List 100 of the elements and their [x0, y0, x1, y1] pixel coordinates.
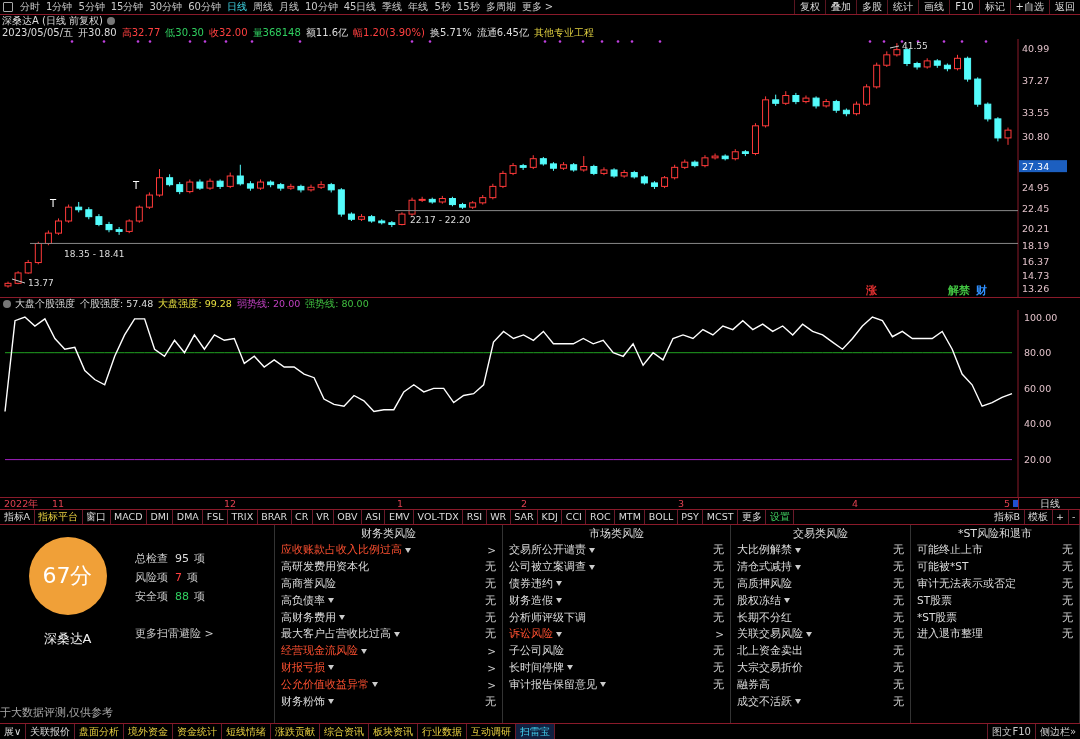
period-tab[interactable]: 15秒 [453, 0, 483, 14]
indicator-tab[interactable]: FSL [203, 510, 228, 524]
toolbar-button[interactable]: 返回 [1049, 0, 1080, 14]
indicator-tab[interactable]: VOL-TDX [414, 510, 464, 524]
bottom-tab[interactable]: 综合资讯 [320, 724, 370, 739]
bottom-tab[interactable]: 行业数据 [418, 724, 468, 739]
indicator-tab[interactable]: 指标平台 [34, 510, 83, 524]
period-tab[interactable]: 30分钟 [146, 0, 186, 14]
period-tab[interactable]: 更多 > [518, 0, 557, 14]
risk-item[interactable]: 财务粉饰 [281, 694, 325, 709]
toolbar-button[interactable]: 画线 [918, 0, 950, 14]
indicator-tab[interactable]: OBV [333, 510, 363, 524]
bottom-tab[interactable]: 短线情绪 [222, 724, 272, 739]
toolbar-button[interactable]: 复权 [794, 0, 826, 14]
risk-item[interactable]: 经营现金流风险 [281, 644, 358, 659]
bottom-tab[interactable]: 境外资金 [124, 724, 174, 739]
risk-item[interactable]: 融券高 [737, 677, 770, 692]
toolbar-button[interactable]: +自选 [1009, 0, 1049, 14]
risk-item[interactable]: 高财务费用 [281, 610, 336, 625]
bottom-tab[interactable]: 板块资讯 [369, 724, 419, 739]
period-tab[interactable]: 日线 [223, 0, 250, 14]
indicator-tab[interactable]: CCI [562, 510, 587, 524]
indicator-tab[interactable]: VR [312, 510, 334, 524]
risk-item[interactable]: 公司被立案调查 [509, 560, 586, 575]
indicator-tab[interactable]: DMI [147, 510, 174, 524]
risk-item[interactable]: 应收账款占收入比例过高 [281, 543, 402, 558]
footer-button[interactable]: 图文F10 [987, 724, 1035, 739]
risk-item[interactable]: 高质押风险 [737, 577, 792, 591]
period-tab[interactable]: 10分钟 [301, 0, 341, 14]
indicator-tab[interactable]: WR [486, 510, 511, 524]
indicator-tab[interactable]: MACD [110, 510, 147, 524]
risk-item[interactable]: 大比例解禁 [737, 543, 792, 558]
period-tab[interactable]: 年线 [405, 0, 432, 14]
risk-item[interactable]: ST股票 [917, 593, 953, 608]
indicator-tab[interactable]: PSY [677, 510, 704, 524]
risk-item[interactable]: 子公司风险 [509, 644, 564, 659]
risk-item[interactable]: 财务造假 [509, 593, 553, 608]
indicator-tab[interactable]: KDJ [538, 510, 563, 524]
indicator-tab[interactable]: 更多 [738, 510, 766, 524]
risk-item[interactable]: 审计无法表示或否定 [917, 577, 1016, 591]
indicator-tab[interactable]: DMA [173, 510, 204, 524]
risk-item[interactable]: 公允价值收益异常 [281, 677, 369, 692]
period-tab[interactable]: 15分钟 [107, 0, 147, 14]
indicator-tab[interactable]: 设置 [766, 510, 794, 524]
period-tab[interactable]: 季线 [379, 0, 406, 14]
period-tab[interactable]: 1分钟 [43, 0, 76, 14]
risk-item[interactable]: 交易所公开谴责 [509, 543, 586, 558]
period-tab[interactable]: 多周期 [482, 0, 519, 14]
period-button[interactable]: 日线 [1019, 498, 1080, 509]
risk-item[interactable]: 诉讼风险 [509, 627, 553, 642]
risk-item[interactable]: 可能终止上市 [917, 543, 983, 558]
indicator-tab[interactable]: ROC [586, 510, 616, 524]
toolbar-button[interactable]: F10 [949, 0, 979, 14]
bottom-tab[interactable]: 涨跌贡献 [271, 724, 321, 739]
risk-item[interactable]: 高商誉风险 [281, 577, 336, 591]
period-tab[interactable]: 60分钟 [185, 0, 224, 14]
risk-item[interactable]: 财报亏损 [281, 660, 325, 675]
indicator-tab[interactable]: + [1052, 510, 1069, 524]
risk-item[interactable]: 审计报告保留意见 [509, 677, 597, 692]
risk-item[interactable]: 进入退市整理 [917, 627, 983, 642]
risk-item[interactable]: 成交不活跃 [737, 694, 792, 709]
risk-item[interactable]: 最大客户占营收比过高 [281, 627, 391, 642]
indicator-tab[interactable]: EMV [385, 510, 415, 524]
indicator-tab[interactable]: MCST [703, 510, 738, 524]
period-tab[interactable]: 月线 [275, 0, 302, 14]
indicator-tab[interactable]: RSI [463, 510, 487, 524]
footer-button[interactable]: 侧边栏» [1034, 724, 1080, 739]
risk-item[interactable]: 长时间停牌 [509, 660, 564, 675]
period-tab[interactable]: 分时 [17, 0, 43, 14]
risk-item[interactable]: 高负债率 [281, 593, 325, 608]
risk-item[interactable]: 股权冻结 [737, 593, 781, 608]
toolbar-button[interactable]: 多股 [856, 0, 888, 14]
scroll-marker[interactable] [1013, 500, 1018, 507]
bottom-tab[interactable]: 关联报价 [26, 724, 76, 739]
toolbar-button[interactable]: 统计 [887, 0, 919, 14]
window-icon[interactable] [3, 2, 13, 12]
period-tab[interactable]: 45日线 [340, 0, 380, 14]
risk-item[interactable]: 北上资金卖出 [737, 644, 803, 659]
indicator-tab[interactable]: 模板 [1024, 510, 1053, 524]
risk-item[interactable]: 清仓式减持 [737, 560, 792, 575]
bottom-tab[interactable]: 扫雷宝 [516, 724, 556, 739]
indicator-tab[interactable]: 指标A [0, 510, 35, 524]
risk-item[interactable]: 高研发费用资本化 [281, 560, 369, 575]
toolbar-button[interactable]: 标记 [978, 0, 1010, 14]
risk-item[interactable]: 可能被*ST [917, 560, 969, 575]
bottom-tab[interactable]: 盘面分析 [75, 724, 125, 739]
period-tab[interactable]: 周线 [249, 0, 276, 14]
risk-item[interactable]: 分析师评级下调 [509, 610, 586, 625]
bottom-tab[interactable]: 资金统计 [173, 724, 223, 739]
indicator-tab[interactable]: 指标B [990, 510, 1025, 524]
more-link[interactable]: 更多扫雷避险 > [135, 626, 214, 641]
indicator-tab[interactable]: 窗口 [82, 510, 111, 524]
toolbar-button[interactable]: 叠加 [825, 0, 857, 14]
bottom-tab[interactable]: 展∨ [0, 724, 27, 739]
indicator-tab[interactable]: BOLL [645, 510, 678, 524]
risk-item[interactable]: 关联交易风险 [737, 627, 803, 642]
period-tab[interactable]: 5分钟 [75, 0, 108, 14]
indicator-tab[interactable]: CR [291, 510, 313, 524]
indicator-tab[interactable]: BRAR [257, 510, 292, 524]
indicator-tab[interactable]: ASI [362, 510, 386, 524]
